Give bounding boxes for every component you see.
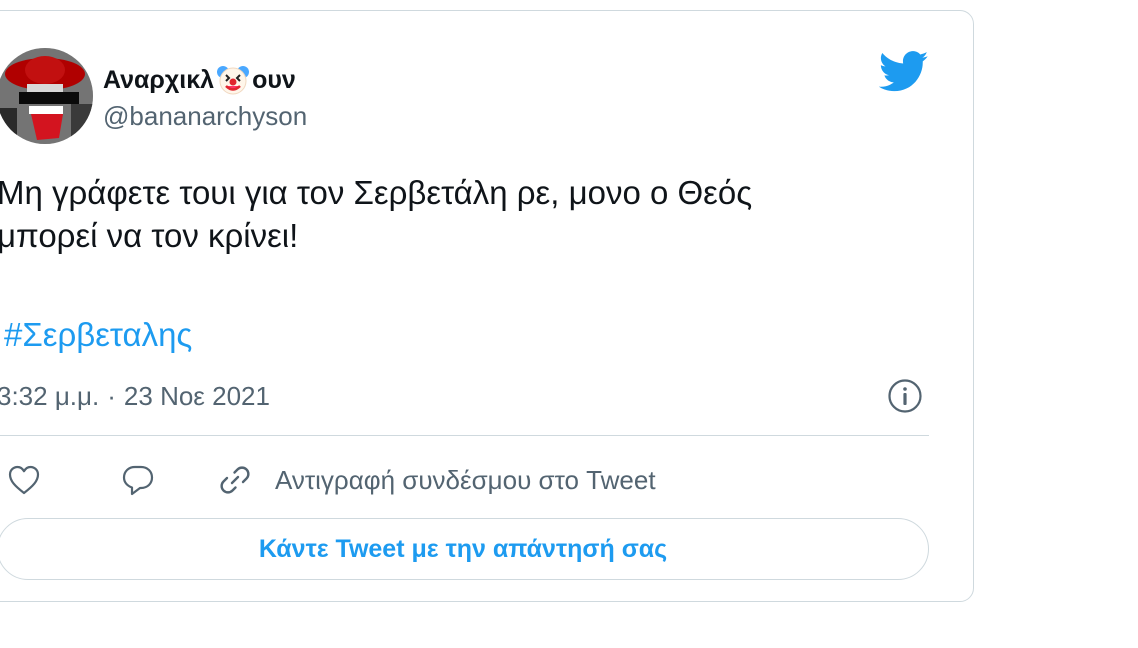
avatar[interactable] xyxy=(0,48,93,144)
timestamp-separator: · xyxy=(107,381,116,411)
reply-icon-button[interactable] xyxy=(121,460,155,500)
tweet-text: Μη γράφετε τουι για τον Σερβετάλη ρε, μο… xyxy=(0,171,937,257)
info-icon[interactable] xyxy=(887,378,923,414)
clown-face-emoji-icon xyxy=(216,63,250,97)
like-button[interactable] xyxy=(7,460,41,500)
tweet-time: 3:32 μ.μ. xyxy=(0,381,100,411)
tweet-timestamp[interactable]: 3:32 μ.μ. · 23 Νοε 2021 xyxy=(0,381,270,412)
user-handle[interactable]: @bananarchyson xyxy=(103,101,307,132)
display-name[interactable]: Αναρχικλ ουν xyxy=(103,63,296,97)
reply-tweet-button[interactable]: Κάντε Tweet με την απάντησή σας xyxy=(0,518,929,580)
speech-bubble-icon xyxy=(121,463,155,497)
twitter-bird-icon[interactable] xyxy=(878,51,929,93)
display-name-part2: ουν xyxy=(252,65,296,94)
tweet-card: Αναρχικλ ουν @bananarchyson Μη γράφετε τ… xyxy=(0,10,974,602)
hashtag-link[interactable]: #Σερβεταλης xyxy=(4,316,192,354)
divider xyxy=(0,435,929,436)
copy-link-button[interactable]: Αντιγραφή συνδέσμου στο Tweet xyxy=(217,460,656,500)
tweet-text-line-1: Μη γράφετε τουι για τον Σερβετάλη ρε, μο… xyxy=(0,174,753,211)
copy-link-label: Αντιγραφή συνδέσμου στο Tweet xyxy=(275,464,656,495)
display-name-part1: Αναρχικλ xyxy=(103,65,215,94)
tweet-text-line-2: μπορεί να τον κρίνει! xyxy=(0,217,299,254)
tweet-date: 23 Νοε 2021 xyxy=(123,381,270,411)
heart-icon xyxy=(7,464,41,496)
link-icon xyxy=(217,462,253,498)
